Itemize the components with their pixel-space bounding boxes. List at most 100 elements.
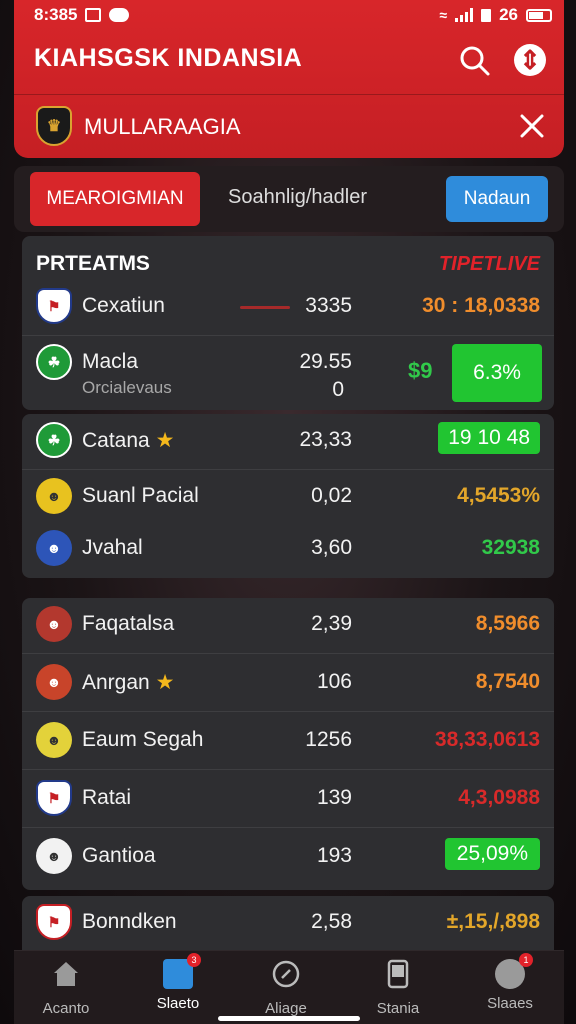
player-change: 8,5966 (475, 612, 540, 635)
player-change: 38,33,0613 (434, 728, 540, 751)
team-value: 3335 (305, 294, 352, 317)
wifi-icon: ≈ (439, 7, 448, 23)
team-crest-icon: ☘ (36, 422, 72, 458)
team-name: Cexatiun (82, 294, 165, 317)
player-value: 2,39 (311, 612, 352, 635)
player-name: Gantioa (82, 844, 156, 867)
team-name: Macla (82, 350, 139, 373)
list-item[interactable]: ⚑ Ratai 139 4,3,0988 (22, 772, 554, 828)
player-name: Jvahal (82, 536, 143, 559)
section-title: PRTEATMS (36, 252, 150, 275)
player-avatar: ☻ (36, 606, 72, 642)
player-value: 1256 (305, 728, 352, 751)
list-item[interactable]: ☻ Faqatalsa 2,39 8,5966 (22, 598, 554, 654)
team-value: 23,33 (299, 428, 352, 451)
nav-label: Aliage (265, 1000, 307, 1017)
nav-item-compass[interactable]: Aliage (236, 959, 336, 1017)
team-crest-icon: ⚑ (36, 904, 72, 940)
star-icon: ★ (155, 429, 175, 452)
team-value: 2,58 (311, 910, 352, 933)
player-value: 193 (316, 844, 352, 867)
player-value: 3,60 (311, 536, 352, 559)
nav-item-profile[interactable]: 1 Slaaes (460, 953, 560, 1012)
nav-label: Acanto (42, 1000, 90, 1017)
search-field[interactable]: Soahnlig/hadler (228, 186, 367, 209)
team-change-badge: 6.3% (452, 344, 542, 402)
team-crest-icon: ⚑ (36, 780, 72, 816)
section-card-4: ⚑ Bonndken 2,58 ±,15,/,898 (22, 896, 554, 950)
add-icon[interactable]: ⇕ (514, 44, 546, 76)
section-card-1: PRTEATMS TIPETLIVE ⚑ Cexatiun 3335 30 : … (22, 236, 554, 410)
nav-item-stats[interactable]: 3 Slaeto (128, 953, 228, 1012)
profile-icon: 1 (495, 953, 533, 989)
team-subtitle: Orcialevaus (82, 378, 172, 397)
player-change: 4,5453% (457, 484, 540, 507)
bottom-nav: Acanto 3 Slaeto Aliage Stania 1 Slaaes (14, 950, 564, 1024)
status-left: 8:385 (34, 5, 130, 25)
tablet-icon (387, 959, 409, 989)
player-change: 32938 (481, 536, 540, 559)
battery-icon (526, 8, 552, 22)
player-name: Suanl Pacial (82, 484, 199, 507)
live-label: TIPETLIVE (438, 253, 540, 275)
list-item[interactable]: ☻ Eaum Segah 1256 38,33,0613 (22, 714, 554, 770)
team-change: ±,15,/,898 (446, 910, 540, 933)
list-item[interactable]: ☻ Anrgan ★ 106 8,7540 (22, 656, 554, 712)
header-divider (14, 94, 564, 95)
home-icon (54, 962, 78, 986)
list-item[interactable]: ⚑ Bonndken 2,58 ±,15,/,898 (22, 896, 554, 950)
tab-active[interactable]: MEAROIGMIAN (30, 172, 200, 226)
team-value: 139 (316, 786, 352, 809)
status-right: ≈ 26 (439, 5, 552, 25)
team-name: Ratai (82, 786, 132, 809)
team-change-badge: 19 10 48 (438, 422, 540, 454)
list-item[interactable]: ☻ Jvahal 3,60 32938 (22, 522, 554, 578)
team-extra: $9 (408, 358, 433, 383)
shield-icon: ♛ (36, 106, 72, 146)
status-bar: 8:385 ≈ 26 (0, 0, 576, 30)
message-icon (109, 8, 130, 22)
stats-icon: 3 (163, 953, 201, 989)
sd-card-icon (481, 8, 492, 22)
action-button[interactable]: Nadaun (446, 176, 548, 222)
list-item[interactable]: ☘ Catana ★ 23,33 19 10 48 (22, 414, 554, 470)
nav-label: Slaaes (487, 995, 533, 1012)
signal-icon (455, 8, 474, 22)
player-avatar: ☻ (36, 530, 72, 566)
nav-label: Slaeto (156, 995, 200, 1012)
star-icon: ★ (155, 671, 175, 694)
team-value: 29.55 (299, 350, 352, 373)
compass-icon (272, 960, 300, 988)
close-icon[interactable] (518, 112, 546, 140)
player-change: 8,7540 (475, 670, 540, 693)
player-name: Eaum Segah (82, 728, 204, 751)
player-value: 0,02 (311, 484, 352, 507)
player-value: 106 (316, 670, 352, 693)
player-avatar: ☻ (36, 664, 72, 700)
search-icon[interactable] (458, 44, 492, 78)
team-change: 4,3,0988 (458, 786, 540, 809)
nav-label: Stania (376, 1000, 420, 1017)
player-avatar: ☻ (36, 838, 72, 874)
player-avatar: ☻ (36, 722, 72, 758)
list-item[interactable]: ☘ Macla Orcialevaus 29.55 0 $9 6.3% (22, 336, 554, 410)
section-card-2: ☘ Catana ★ 23,33 19 10 48 ☻ Suanl Pacial… (22, 414, 554, 578)
list-item[interactable]: ⚑ Cexatiun 3335 30 : 18,0338 (22, 280, 554, 336)
team-name: Catana ★ (82, 429, 175, 452)
list-item[interactable]: ☻ Gantioa 193 25,09% (22, 830, 554, 886)
team-value-secondary: 0 (332, 378, 344, 401)
team-crest-icon: ☘ (36, 344, 72, 380)
list-item[interactable]: ☻ Suanl Pacial 0,02 4,5453% (22, 470, 554, 526)
player-name: Faqatalsa (82, 612, 175, 635)
team-change: 30 : 18,0338 (422, 294, 540, 317)
status-time: 8:385 (34, 5, 78, 24)
notification-badge: 3 (187, 953, 201, 967)
notification-badge: 1 (519, 953, 533, 967)
home-indicator[interactable] (218, 1016, 360, 1021)
section-card-3: ☻ Faqatalsa 2,39 8,5966 ☻ Anrgan ★ 106 8… (22, 598, 554, 890)
nav-item-home[interactable]: Acanto (16, 959, 116, 1017)
battery-percent: 26 (499, 5, 518, 24)
app-title: KIAHSGSK INDANSIA (34, 44, 303, 72)
player-change-badge: 25,09% (444, 838, 540, 870)
nav-item-tablet[interactable]: Stania (348, 959, 448, 1017)
